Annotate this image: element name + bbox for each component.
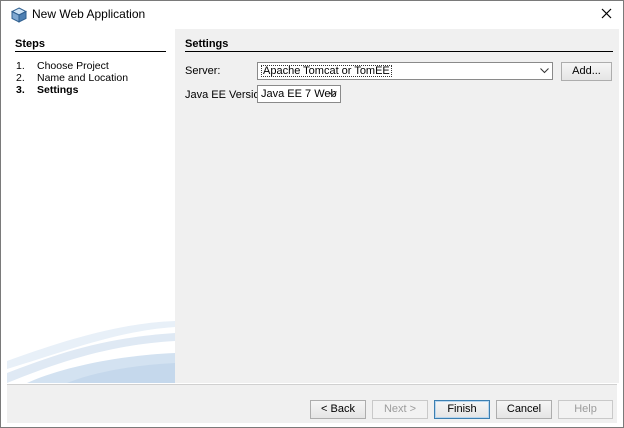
- settings-heading: Settings: [185, 38, 613, 52]
- step-number: 3.: [16, 84, 25, 96]
- settings-panel: Settings Server: Apache Tomcat or TomEE …: [175, 29, 619, 383]
- javaee-version-select[interactable]: Java EE 7 Web: [257, 85, 341, 103]
- title-bar[interactable]: New Web Application: [1, 1, 623, 28]
- server-label: Server:: [185, 65, 221, 77]
- steps-heading: Steps: [15, 38, 166, 52]
- steps-list: 1. Choose Project 2. Name and Location 3. S…: [16, 60, 128, 96]
- cancel-button[interactable]: Cancel: [496, 400, 552, 419]
- close-button[interactable]: [589, 1, 623, 28]
- close-icon: [601, 8, 612, 22]
- server-select-value: Apache Tomcat or TomEE: [261, 65, 392, 77]
- step-label: Settings: [37, 84, 79, 96]
- wizard-swoosh-graphic: [7, 321, 175, 383]
- netbeans-cube-icon: [10, 7, 28, 23]
- step-choose-project: 1. Choose Project: [16, 60, 128, 72]
- step-number: 1.: [16, 60, 25, 72]
- button-bar: < Back Next > Finish Cancel Help: [7, 385, 617, 423]
- window-title: New Web Application: [32, 7, 146, 21]
- step-label: Name and Location: [37, 72, 129, 84]
- step-number: 2.: [16, 72, 25, 84]
- help-button[interactable]: Help: [558, 400, 613, 419]
- back-button[interactable]: < Back: [310, 400, 366, 419]
- steps-panel: Steps 1. Choose Project 2. Name and Locati…: [7, 29, 175, 383]
- chevron-down-icon[interactable]: [324, 86, 340, 102]
- step-settings: 3. Settings: [16, 84, 128, 96]
- server-select[interactable]: Apache Tomcat or TomEE: [257, 62, 553, 80]
- next-button[interactable]: Next >: [372, 400, 428, 419]
- new-web-application-dialog: New Web Application Steps 1. Choose Proje…: [0, 0, 624, 428]
- step-label: Choose Project: [37, 60, 109, 72]
- add-server-button[interactable]: Add...: [561, 62, 612, 81]
- finish-button[interactable]: Finish: [434, 400, 490, 419]
- step-name-and-location: 2. Name and Location: [16, 72, 128, 84]
- chevron-down-icon[interactable]: [536, 63, 552, 79]
